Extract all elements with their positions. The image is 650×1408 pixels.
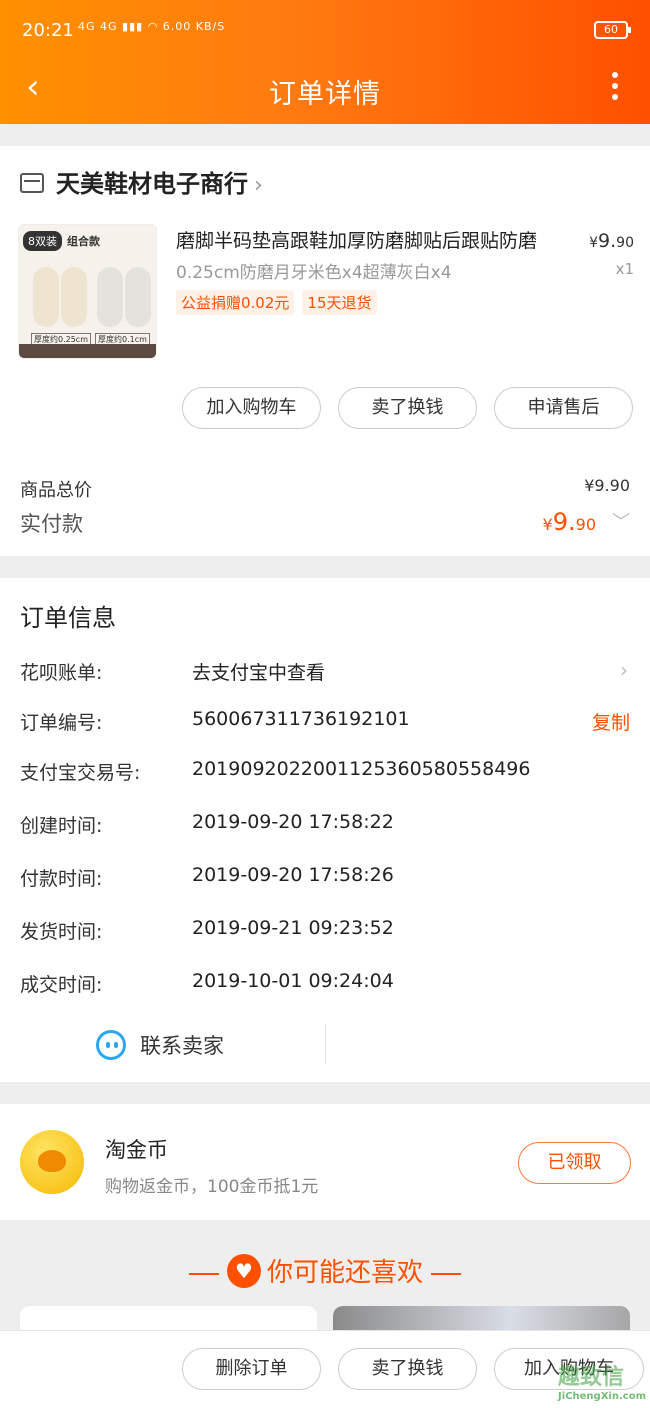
product-title[interactable]: 磨脚半码垫高跟鞋加厚防磨脚贴后跟贴防磨	[176, 226, 566, 253]
resell-button[interactable]: 卖了换钱	[338, 387, 477, 429]
add-to-cart-button[interactable]: 加入购物车	[182, 387, 321, 429]
insole-pad	[33, 267, 59, 327]
network-speed: 6.00 KB/S	[162, 20, 226, 33]
paid-time-row: 付款时间: 2019-09-20 17:58:26	[20, 864, 394, 890]
chevron-right-icon: ›	[254, 173, 263, 198]
huabei-bill-row[interactable]: 花呗账单: 去支付宝中查看 ›	[20, 658, 630, 688]
wangwang-chat-icon	[96, 1030, 126, 1060]
claimed-button[interactable]: 已领取	[518, 1142, 631, 1184]
product-image-tag: 8双装	[23, 231, 62, 251]
divider	[431, 1272, 461, 1275]
gold-coin-icon	[20, 1130, 84, 1194]
product-price: ¥9.90	[589, 230, 634, 252]
status-bar: 20:21 4G 4G ▮▮▮ ◠ 6.00 KB/S 60	[22, 18, 631, 46]
after-sales-button[interactable]: 申请售后	[494, 387, 633, 429]
product-image-footer	[19, 344, 156, 358]
charity-badge: 公益捐赠0.02元	[176, 290, 295, 315]
divider	[188, 1272, 219, 1275]
store-icon	[20, 173, 44, 193]
chevron-down-icon[interactable]: ﹀	[612, 508, 630, 534]
alipay-transaction-row: 支付宝交易号: 2019092022001125360580558496	[20, 758, 531, 784]
order-info-card: 订单信息 花呗账单: 去支付宝中查看 › 订单编号: 5600673117361…	[0, 578, 650, 1082]
total-price-label: 商品总价	[20, 480, 92, 501]
copy-button[interactable]: 复制	[592, 708, 630, 735]
status-time: 20:21	[22, 20, 74, 41]
battery-icon: 60	[594, 21, 631, 39]
order-info-title: 订单信息	[20, 604, 116, 632]
product-quantity: x1	[615, 260, 634, 278]
product-badges: 公益捐赠0.02元 15天退货	[176, 290, 385, 315]
created-time-row: 创建时间: 2019-09-20 17:58:22	[20, 811, 394, 837]
insole-pad	[97, 267, 123, 327]
divider	[325, 1024, 326, 1064]
insole-pad	[61, 267, 87, 327]
shop-header[interactable]: 天美鞋材电子商行 ›	[20, 164, 263, 198]
signal-icon: 4G 4G ▮▮▮ ◠ 6.00 KB/S	[78, 20, 226, 33]
coin-subtitle: 购物返金币，100金币抵1元	[105, 1177, 319, 1197]
taojinbi-card: 淘金币 购物返金币，100金币抵1元 已领取	[0, 1104, 650, 1220]
contact-seller-button[interactable]: 联系卖家	[96, 1030, 224, 1062]
coin-title: 淘金币	[105, 1138, 168, 1162]
header-bar: 20:21 4G 4G ▮▮▮ ◠ 6.00 KB/S 60 ‹ 订单详情	[0, 0, 650, 124]
heart-icon: ♥	[226, 1253, 261, 1288]
watermark-logo: 趣致信 JiChengXin.com	[558, 1365, 646, 1402]
shipped-time-row: 发货时间: 2019-09-21 09:23:52	[20, 917, 394, 943]
total-price-row: 商品总价 ¥9.90	[20, 476, 630, 502]
resell-button[interactable]: 卖了换钱	[338, 1348, 477, 1390]
total-price-value: ¥9.90	[584, 476, 630, 495]
completed-time-row: 成交时间: 2019-10-01 09:24:04	[20, 970, 394, 996]
product-image[interactable]: 8双装 组合款 厚度约0.25cm 厚度约0.1cm	[18, 224, 157, 359]
paid-amount-label: 实付款	[20, 512, 83, 536]
return-policy-badge: 15天退货	[302, 290, 377, 315]
more-vertical-icon[interactable]	[612, 72, 620, 102]
product-sku: 0.25cm防磨月牙米色x4超薄灰白x4	[176, 263, 452, 283]
navigation-bar: ‹ 订单详情	[0, 60, 650, 116]
product-image-tag2: 组合款	[67, 235, 100, 248]
bottom-action-bar: 删除订单 卖了换钱 加入购物车 趣致信 JiChengXin.com	[0, 1330, 650, 1408]
delete-order-button[interactable]: 删除订单	[182, 1348, 321, 1390]
paid-amount-row[interactable]: 实付款 ¥9.90 ﹀	[20, 508, 630, 538]
page-title: 订单详情	[269, 79, 381, 110]
recommend-title: ♥ 你可能还喜欢	[0, 1252, 650, 1291]
order-number-row: 订单编号: 560067311736192101 复制	[20, 708, 630, 735]
recommend-section: ♥ 你可能还喜欢	[0, 1220, 650, 1346]
insole-pad	[125, 267, 151, 327]
chevron-right-icon: ›	[620, 658, 628, 682]
order-shop-card: 天美鞋材电子商行 › 8双装 组合款 厚度约0.25cm 厚度约0.1cm 磨脚半…	[0, 146, 650, 556]
paid-amount-value: ¥9.90	[542, 508, 596, 536]
contact-seller-label: 联系卖家	[140, 1034, 224, 1058]
shop-name: 天美鞋材电子商行	[56, 170, 248, 198]
